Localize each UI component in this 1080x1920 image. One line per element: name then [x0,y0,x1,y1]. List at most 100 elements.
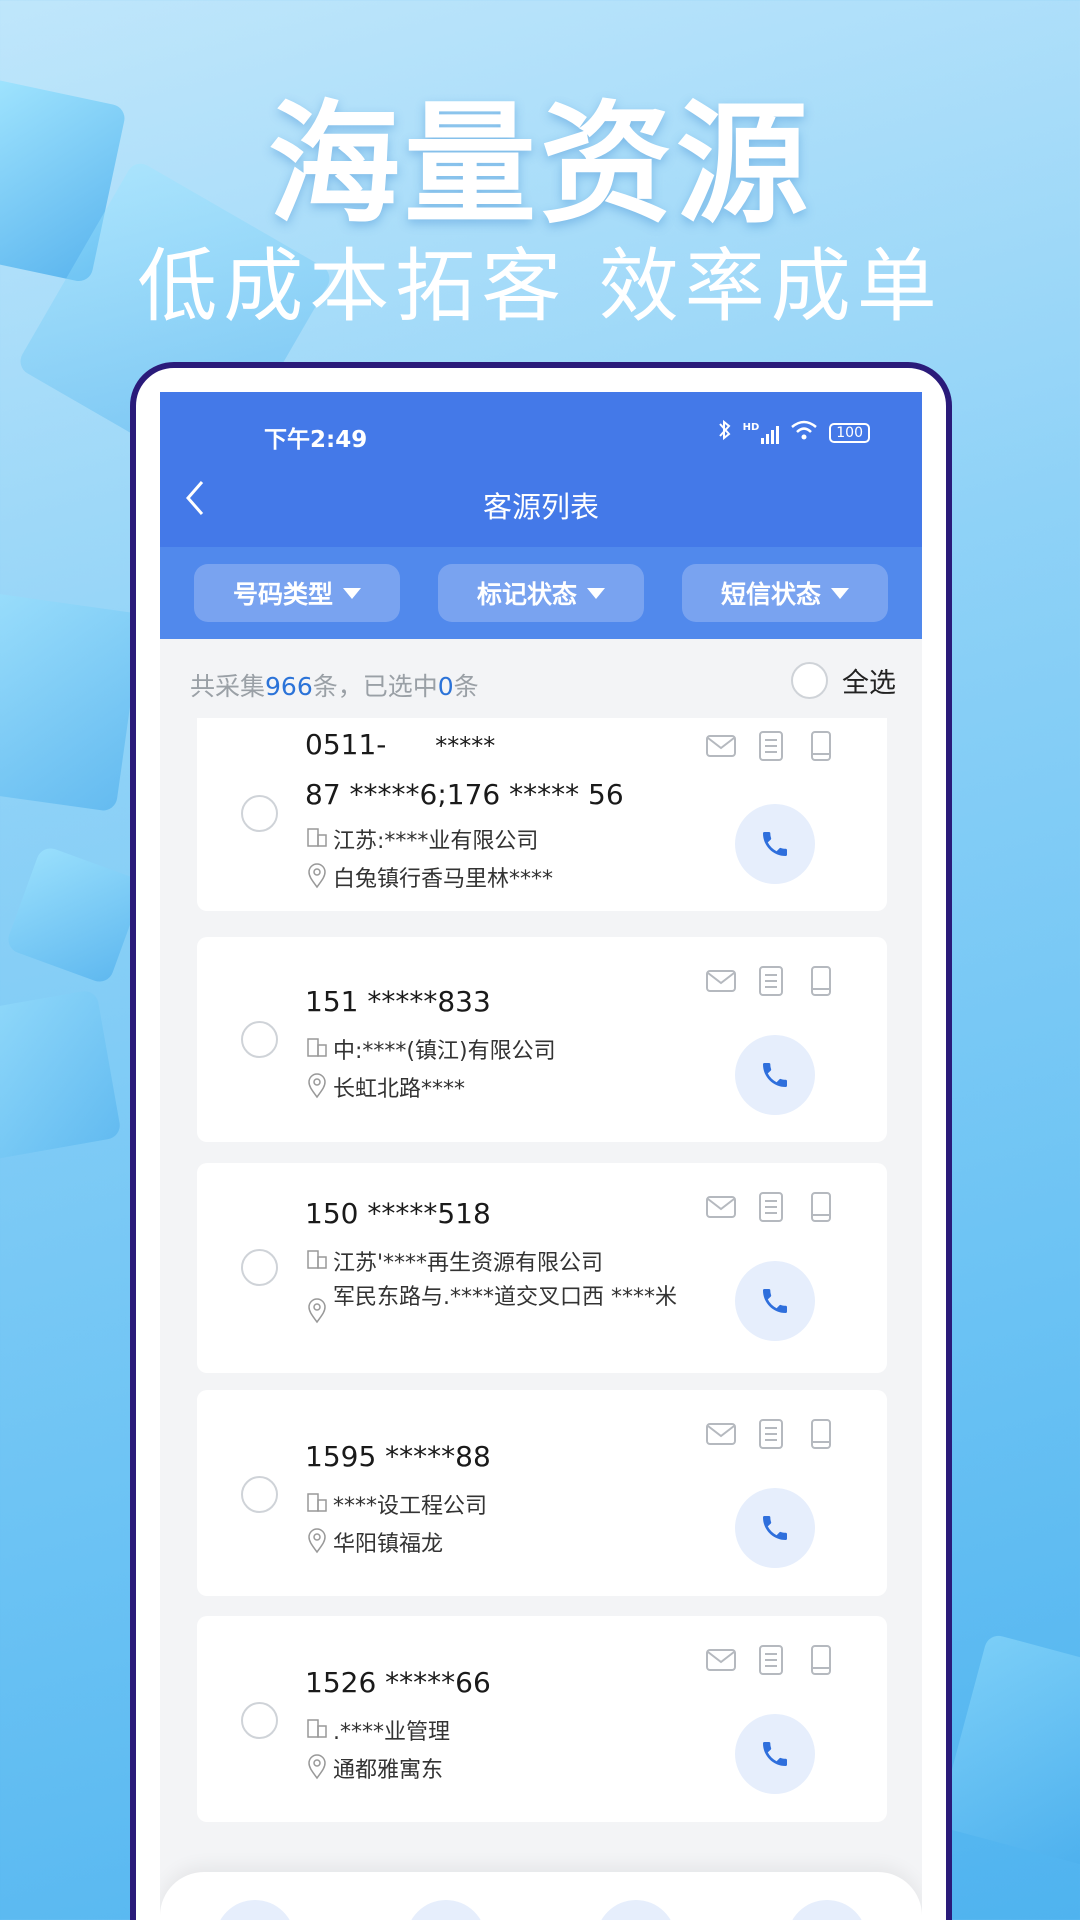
banner-subline: 低成本拓客 效率成单 [137,240,943,333]
document-icon[interactable] [755,730,787,762]
item-checkbox[interactable] [241,1249,278,1286]
list-item[interactable]: 0511- ***** 87 *****6;176 ***** 56 江苏:**… [197,718,887,911]
item-checkbox[interactable] [241,795,278,832]
company-line: 中:****(镇江)有限公司 [305,1033,685,1065]
envelope-icon[interactable] [705,1418,737,1450]
phone-number-line2: 87 *****6;176 ***** 56 [305,778,624,811]
chat-button[interactable] [596,1900,677,1920]
address-line: 白兔镇行香马里林**** [305,861,685,893]
summary-middle: 条，已选中 [312,672,438,701]
building-icon [307,828,327,847]
company-line: 江苏:****业有限公司 [305,823,685,855]
item-checkbox[interactable] [241,1476,278,1513]
mobile-icon[interactable] [805,965,837,997]
select-all-radio[interactable] [791,662,828,699]
document-icon[interactable] [755,965,787,997]
address-line: 华阳镇福龙 [305,1526,685,1558]
envelope-icon[interactable] [705,730,737,762]
app-screen: 下午2:49 HD 100 客源列表 号码类型 标记状态 短信状态 共采集966… [160,392,922,1920]
card-actions [705,730,837,762]
phone-number-partial: ***** [435,732,496,760]
battery-icon: 100 [829,423,870,443]
phone-number: 1595 *****88 [305,1440,491,1473]
envelope-icon[interactable] [705,965,737,997]
background-cube [4,844,146,986]
location-pin-icon [308,1754,326,1780]
filter-mark-status[interactable]: 标记状态 [438,564,644,622]
list-item[interactable]: 151 *****833 中:****(镇江)有限公司 长虹北路**** [197,937,887,1142]
filter-label: 短信状态 [720,580,821,609]
location-pin-icon [308,1528,326,1554]
card-actions [705,1418,837,1450]
wifi-icon [789,419,819,447]
background-cube [0,587,143,813]
filter-sms-status[interactable]: 短信状态 [682,564,888,622]
status-icons: HD 100 [717,418,870,448]
building-icon [307,1493,327,1512]
location-pin-icon [308,1298,326,1324]
call-button[interactable] [735,1035,815,1115]
call-button[interactable] [735,1488,815,1568]
call-button[interactable] [735,1714,815,1794]
building-icon [307,1719,327,1738]
phone-icon [763,1742,787,1766]
page-title: 客源列表 [482,490,599,524]
filter-label: 标记状态 [476,580,577,609]
call-button[interactable] [735,804,815,884]
document-icon[interactable] [755,1418,787,1450]
mobile-icon[interactable] [805,1418,837,1450]
list-item[interactable]: 1526 *****66 .****业管理 通都雅寓东 [197,1616,887,1822]
item-checkbox[interactable] [241,1021,278,1058]
status-time: 下午2:49 [264,427,368,453]
address-line: 长虹北路**** [305,1071,685,1103]
filter-bar: 号码类型 标记状态 短信状态 [160,547,922,639]
building-icon [307,1250,327,1269]
address-text: 军民东路与.****道交叉口西 ****米 [333,1285,677,1310]
total-count: 966 [265,672,313,701]
summary-bar: 共采集966条，已选中0条 全选 [160,639,922,729]
caret-down-icon [587,587,605,599]
list-item[interactable]: 150 *****518 江苏'****再生资源有限公司 军民东路与.****道… [197,1163,887,1373]
building-icon [307,1038,327,1057]
document-icon[interactable] [755,1191,787,1223]
location-pin-icon [308,1073,326,1099]
company-line: .****业管理 [305,1714,685,1746]
company-line: ****设工程公司 [305,1488,685,1520]
summary-text: 共采集966条，已选中0条 [190,667,479,703]
list-item[interactable]: 1595 *****88 ****设工程公司 华阳镇福龙 [197,1390,887,1596]
location-pin-icon [308,863,326,889]
delete-button[interactable] [786,1900,867,1920]
mobile-icon[interactable] [805,730,837,762]
address-text: 白兔镇行香马里林**** [333,867,554,892]
card-actions [705,965,837,997]
background-cube [0,988,122,1162]
summary-suffix: 条 [453,672,479,701]
mobile-icon[interactable] [805,1191,837,1223]
company-name: 中:****(镇江)有限公司 [333,1039,556,1064]
signal-icon: HD [743,422,780,444]
phone-number: 150 *****518 [305,1197,491,1230]
envelope-icon[interactable] [705,1191,737,1223]
company-name: ****设工程公司 [333,1494,488,1519]
envelope-icon[interactable] [705,1644,737,1676]
caret-down-icon [343,587,361,599]
item-checkbox[interactable] [241,1702,278,1739]
phone-number: 0511- ***** [305,728,495,761]
company-line: 江苏'****再生资源有限公司 [305,1245,685,1277]
address-text: 华阳镇福龙 [333,1532,444,1557]
phone-icon [763,1063,787,1087]
call-button[interactable] [735,1261,815,1341]
select-all[interactable]: 全选 [791,661,896,700]
phone-icon [763,832,787,856]
app-header: 下午2:49 HD 100 客源列表 [160,392,922,547]
company-name: 江苏:****业有限公司 [333,829,539,854]
company-name: .****业管理 [333,1720,450,1745]
filter-number-type[interactable]: 号码类型 [194,564,400,622]
caret-down-icon [831,587,849,599]
phone-icon [763,1516,787,1540]
contact-card-button[interactable] [215,1900,296,1920]
phone-number: 151 *****833 [305,985,491,1018]
clipboard-button[interactable] [405,1900,486,1920]
document-icon[interactable] [755,1644,787,1676]
mobile-icon[interactable] [805,1644,837,1676]
